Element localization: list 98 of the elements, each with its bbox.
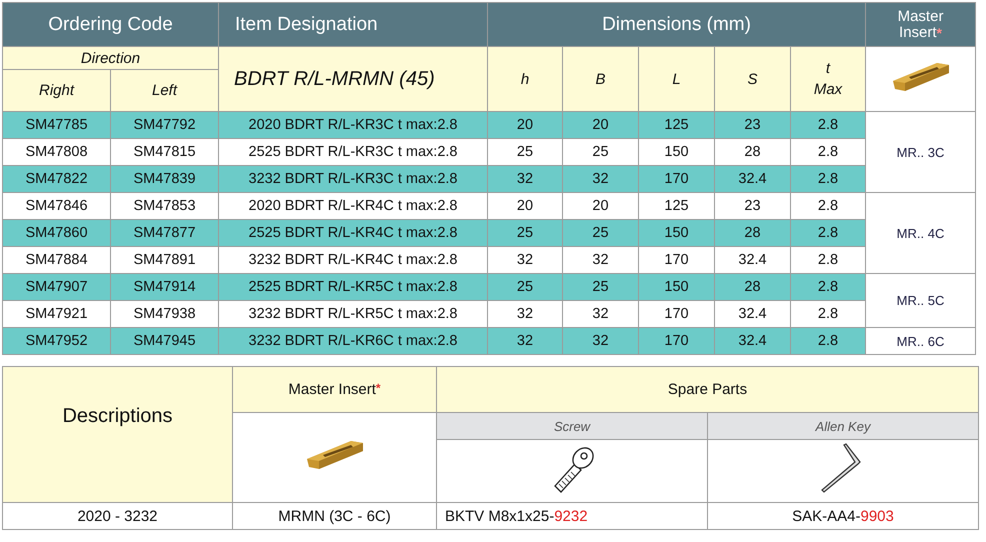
table-cell: 2.8 — [790, 246, 866, 274]
column-header: Master Insert* — [232, 366, 436, 412]
column-header: Master Insert* — [866, 2, 976, 46]
table-cell: 28 — [714, 138, 790, 166]
table-cell: MR.. 6C — [866, 328, 976, 354]
table-cell: SM47921 — [2, 300, 110, 328]
table-cell: 3232 BDRT R/L-KR6C t max:2.8 — [218, 328, 488, 354]
table-cell: 32 — [562, 328, 638, 354]
table-cell: SM47853 — [110, 192, 218, 220]
column-header: Right — [2, 70, 110, 112]
table-cell: 2.8 — [790, 328, 866, 354]
table-cell: 20 — [562, 192, 638, 220]
table-cell: 25 — [562, 138, 638, 166]
table-cell: BKTV M8x1x25-9232 — [436, 502, 708, 530]
column-header: B — [562, 46, 638, 112]
table-cell: 25 — [488, 220, 562, 246]
table-cell: 25 — [562, 220, 638, 246]
table-cell: 3232 BDRT R/L-KR4C t max:2.8 — [218, 246, 488, 274]
column-header: L — [638, 46, 714, 112]
table-cell: 2020 BDRT R/L-KR3C t max:2.8 — [218, 112, 488, 138]
table-cell: 2020 BDRT R/L-KR4C t max:2.8 — [218, 192, 488, 220]
table-cell: 150 — [638, 220, 714, 246]
column-header: Ordering Code — [2, 2, 218, 46]
table-cell: MRMN (3C - 6C) — [232, 502, 436, 530]
table-cell: SM47938 — [110, 300, 218, 328]
table-cell: 2.8 — [790, 300, 866, 328]
table-cell: 20 — [488, 192, 562, 220]
table-cell: 2.8 — [790, 192, 866, 220]
table-cell: 170 — [638, 246, 714, 274]
table-cell: 32 — [488, 166, 562, 192]
table-cell: 32 — [562, 300, 638, 328]
table-cell: SM47792 — [110, 112, 218, 138]
table-cell: 2.8 — [790, 274, 866, 300]
table-cell: 170 — [638, 328, 714, 354]
table-cell: SM47822 — [2, 166, 110, 192]
table-cell: 2525 BDRT R/L-KR3C t max:2.8 — [218, 138, 488, 166]
table-cell: SM47839 — [110, 166, 218, 192]
table-cell: 2525 BDRT R/L-KR5C t max:2.8 — [218, 274, 488, 300]
table-cell: 170 — [638, 166, 714, 192]
table-cell: SM47907 — [2, 274, 110, 300]
table-cell: 32 — [488, 246, 562, 274]
table-cell: 23 — [714, 192, 790, 220]
table-cell: MR.. 4C — [866, 192, 976, 274]
column-header: Direction — [2, 46, 218, 70]
column-header: Screw — [436, 412, 708, 440]
table-cell: 28 — [714, 220, 790, 246]
table-cell: SM47860 — [2, 220, 110, 246]
table-cell: SM47914 — [110, 274, 218, 300]
table-cell: 32 — [488, 328, 562, 354]
table-cell: 2525 BDRT R/L-KR4C t max:2.8 — [218, 220, 488, 246]
table-cell: SM47952 — [2, 328, 110, 354]
column-header: Spare Parts — [436, 366, 978, 412]
table-cell: 32.4 — [714, 300, 790, 328]
table-cell: 32 — [562, 246, 638, 274]
table-cell: 32 — [562, 166, 638, 192]
table-cell: SM47884 — [2, 246, 110, 274]
table-cell: 2.8 — [790, 166, 866, 192]
table-cell: 150 — [638, 274, 714, 300]
table-cell: SM47815 — [110, 138, 218, 166]
column-header: Item Designation — [218, 2, 488, 46]
row-header: Descriptions — [2, 366, 232, 502]
table-cell: SAK-AA4-9903 — [708, 502, 978, 530]
column-header: t Max — [790, 46, 866, 112]
table-cell: 25 — [488, 274, 562, 300]
table-cell: MR.. 3C — [866, 112, 976, 192]
table-cell: 25 — [488, 138, 562, 166]
table-cell: SM47945 — [110, 328, 218, 354]
table-cell: 125 — [638, 192, 714, 220]
column-header: h — [488, 46, 562, 112]
table-cell: 2.8 — [790, 112, 866, 138]
column-header: Left — [110, 70, 218, 112]
table-cell: 150 — [638, 138, 714, 166]
table-cell: 3232 BDRT R/L-KR3C t max:2.8 — [218, 166, 488, 192]
table-cell: 23 — [714, 112, 790, 138]
table-cell: 170 — [638, 300, 714, 328]
table-cell: 2.8 — [790, 220, 866, 246]
table-cell: 3232 BDRT R/L-KR5C t max:2.8 — [218, 300, 488, 328]
table-cell: 25 — [562, 274, 638, 300]
table-cell: MR.. 5C — [866, 274, 976, 328]
column-header: Allen Key — [708, 412, 978, 440]
table-cell: SM47785 — [2, 112, 110, 138]
column-header: S — [714, 46, 790, 112]
table-cell: SM47808 — [2, 138, 110, 166]
table-cell: 32 — [488, 300, 562, 328]
column-header: BDRT R/L-MRMN (45) — [218, 46, 488, 112]
table-cell: SM47846 — [2, 192, 110, 220]
table-cell: 20 — [488, 112, 562, 138]
table-cell: 20 — [562, 112, 638, 138]
table-cell: 28 — [714, 274, 790, 300]
table-cell: 32.4 — [714, 166, 790, 192]
table-cell: SM47891 — [110, 246, 218, 274]
table-cell: 2020 - 3232 — [2, 502, 232, 530]
column-header: Dimensions (mm) — [488, 2, 866, 46]
table-cell: 32.4 — [714, 328, 790, 354]
table-cell: 125 — [638, 112, 714, 138]
table-cell: 2.8 — [790, 138, 866, 166]
table-cell: SM47877 — [110, 220, 218, 246]
table-cell: 32.4 — [714, 246, 790, 274]
